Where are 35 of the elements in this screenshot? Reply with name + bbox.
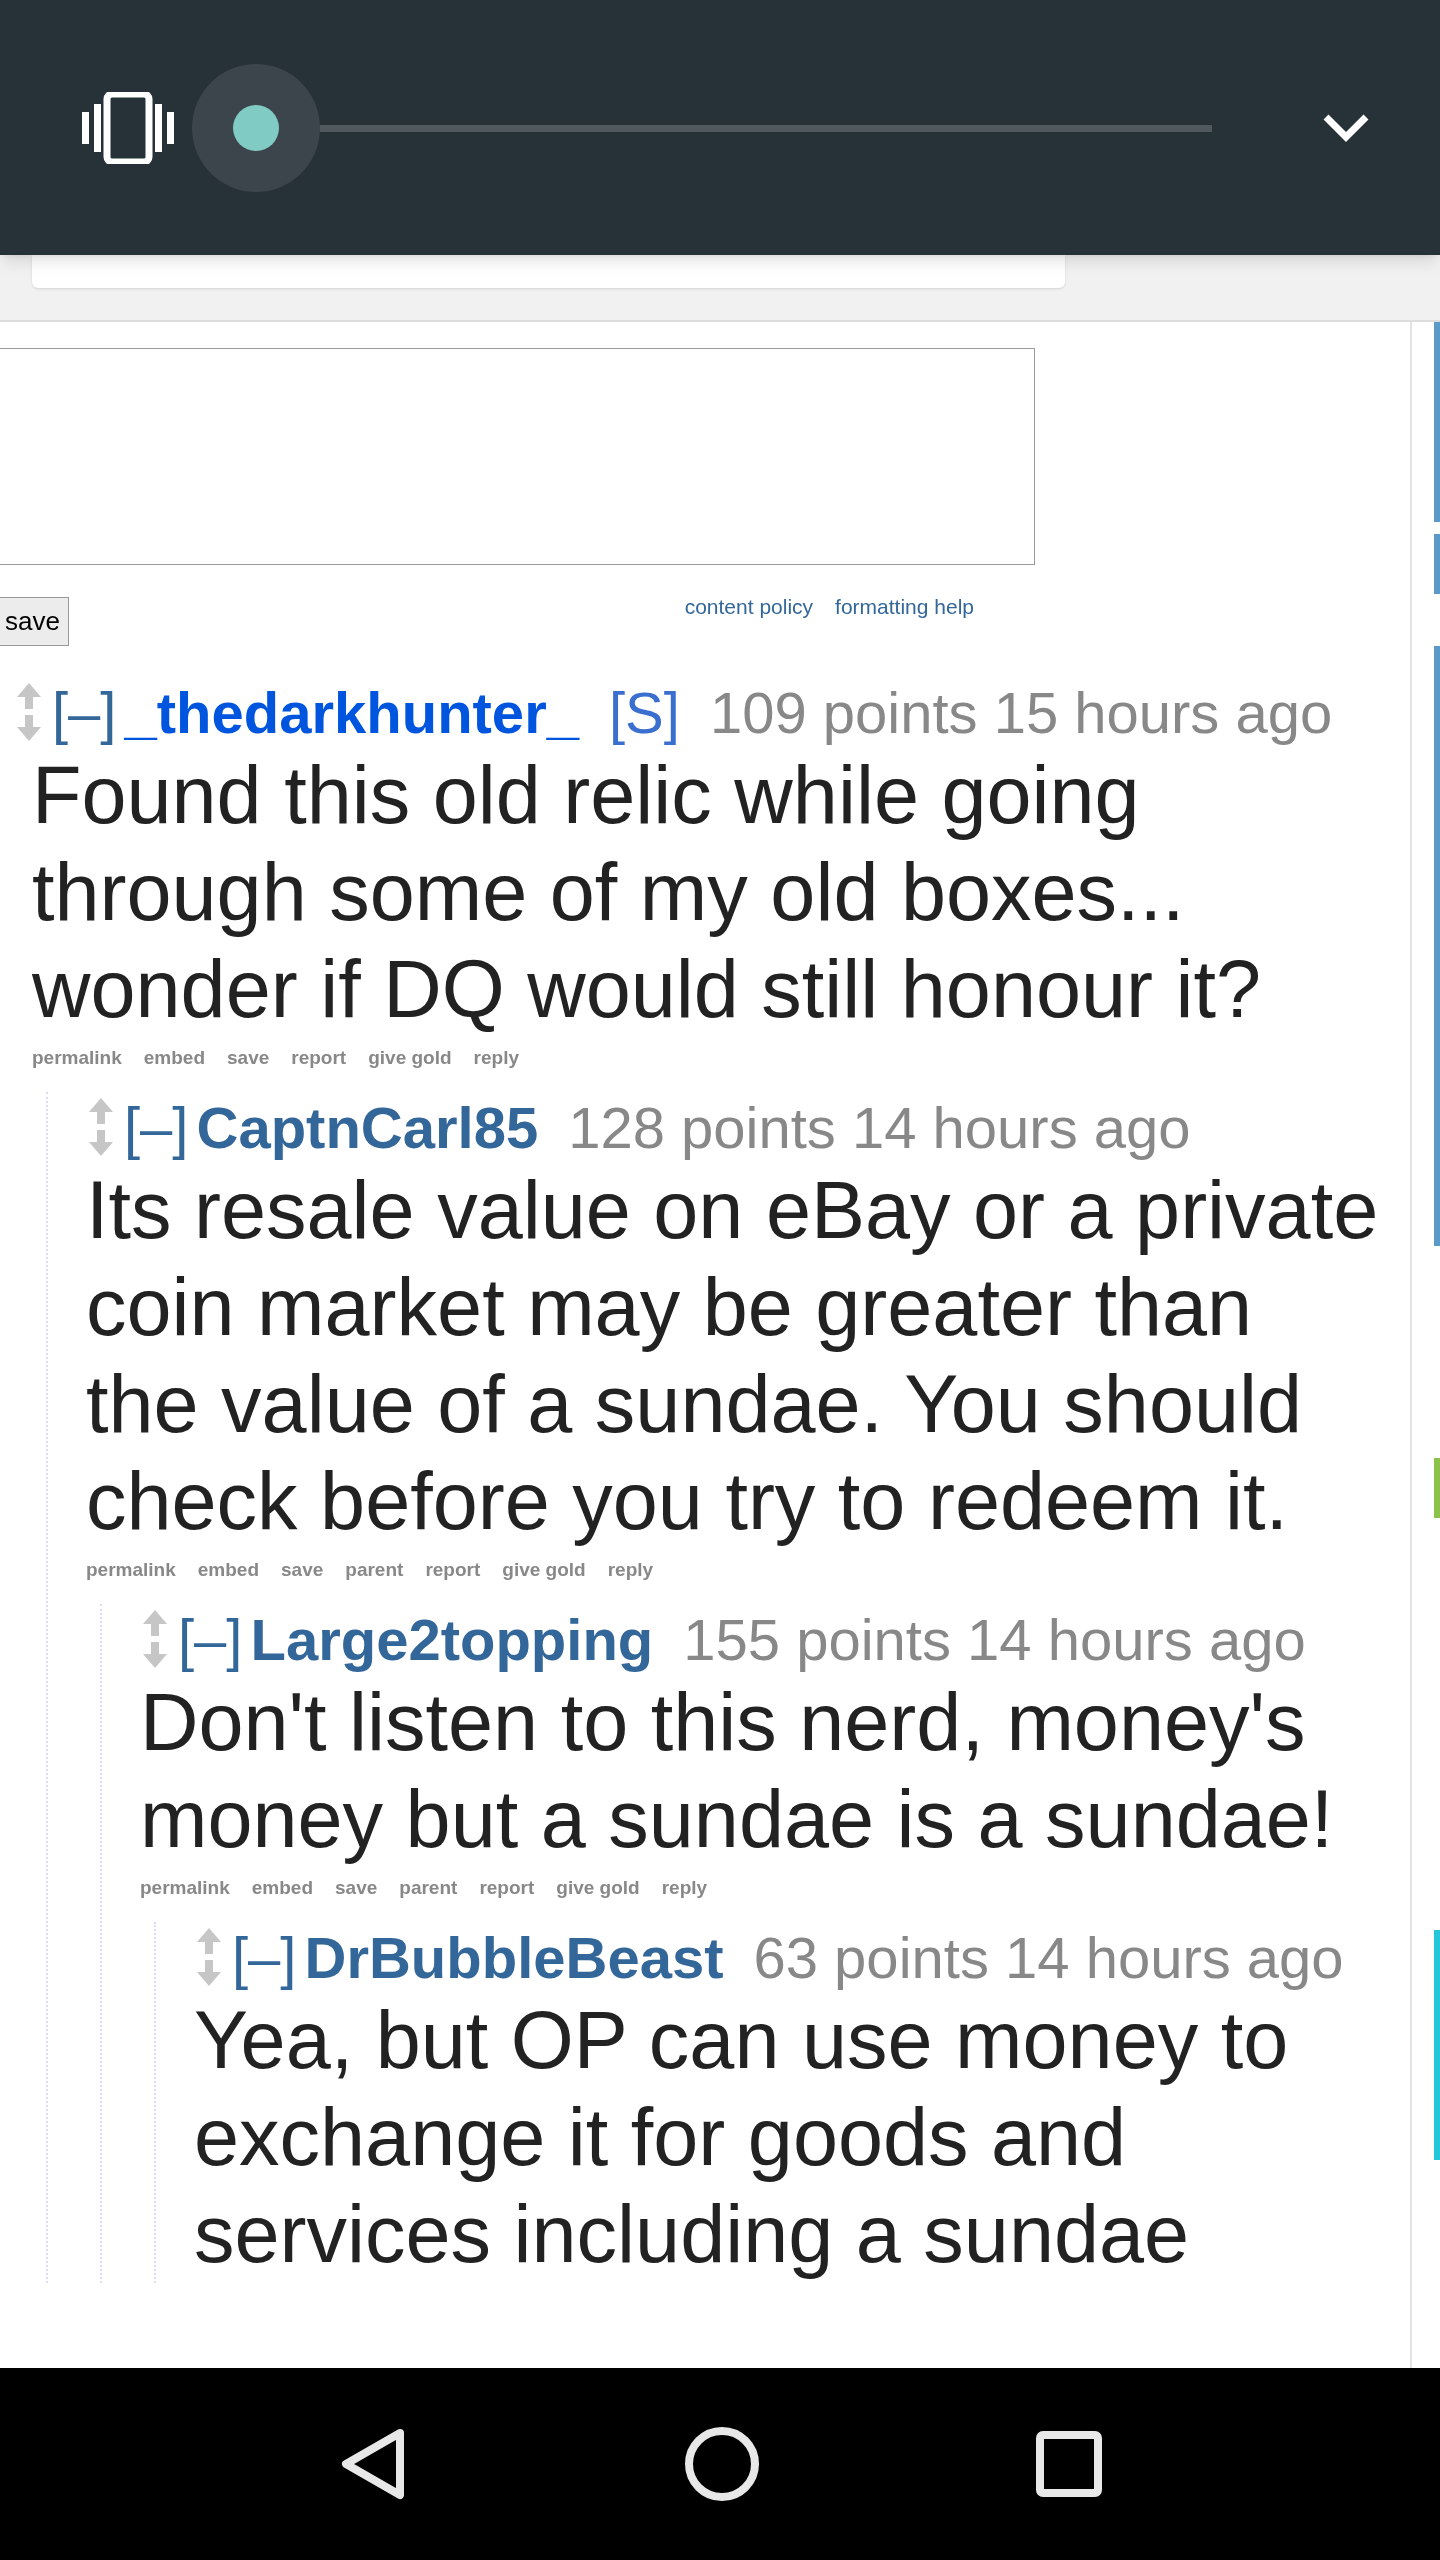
edge-marker xyxy=(1434,534,1440,594)
comment-action-link[interactable]: report xyxy=(291,1043,347,1073)
comment-action-link[interactable]: reply xyxy=(473,1043,520,1073)
comment-action-link[interactable]: parent xyxy=(345,1555,404,1585)
comment-meta: 128 points 14 hours ago xyxy=(568,1093,1191,1162)
comment-action-link[interactable]: reply xyxy=(661,1873,708,1903)
editor-help-link[interactable]: formatting help xyxy=(835,591,974,623)
comment-action-link[interactable]: report xyxy=(479,1873,535,1903)
comment-action-link[interactable]: save xyxy=(227,1043,270,1073)
edge-marker xyxy=(1434,1458,1440,1518)
comment-action-link[interactable]: report xyxy=(425,1555,481,1585)
comment-action-link[interactable]: permalink xyxy=(86,1555,176,1585)
comment-action-link[interactable]: permalink xyxy=(32,1043,122,1073)
comment-meta: 63 points 14 hours ago xyxy=(753,1923,1344,1992)
comment-action-link[interactable]: save xyxy=(335,1873,378,1903)
comment-action-link[interactable]: give gold xyxy=(556,1873,640,1903)
comment-action-link[interactable]: give gold xyxy=(368,1043,452,1073)
comment-action-link[interactable]: reply xyxy=(607,1555,654,1585)
vibrate-icon[interactable] xyxy=(80,91,176,164)
save-button[interactable]: save xyxy=(0,596,69,646)
comment-action-link[interactable]: permalink xyxy=(140,1873,230,1903)
comment-meta: 109 points 15 hours ago xyxy=(709,678,1333,747)
chevron-down-icon[interactable] xyxy=(1322,112,1370,143)
comment-action-link[interactable]: save xyxy=(281,1555,324,1585)
recent-apps-icon[interactable] xyxy=(1036,2431,1102,2497)
comment-action-link[interactable]: parent xyxy=(399,1873,458,1903)
comment-action-link[interactable]: embed xyxy=(251,1873,313,1903)
comment-action-link[interactable]: give gold xyxy=(502,1555,586,1585)
comment-action-link[interactable]: embed xyxy=(197,1555,259,1585)
editor-help-link[interactable]: content policy xyxy=(684,591,814,623)
home-icon[interactable] xyxy=(684,2426,760,2502)
comment-input-field[interactable] xyxy=(0,348,1035,565)
comment-action-link[interactable]: embed xyxy=(143,1043,205,1073)
comment-meta: 155 points 14 hours ago xyxy=(683,1605,1306,1674)
slider-track[interactable] xyxy=(320,124,1212,132)
